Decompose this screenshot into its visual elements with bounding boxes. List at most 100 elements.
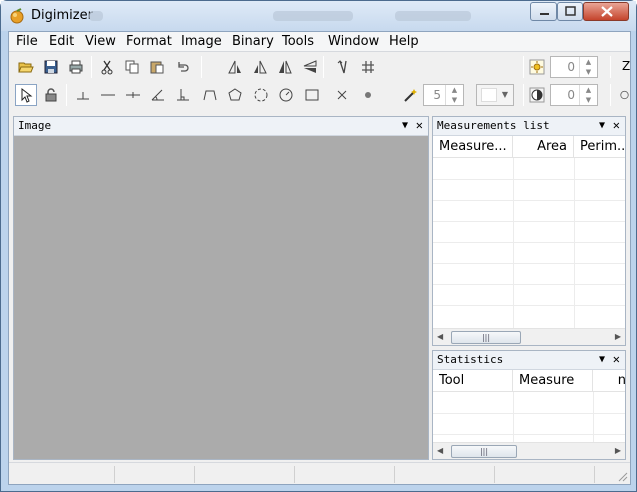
cut-icon bbox=[101, 60, 113, 75]
title-bar[interactable]: Digimizer bbox=[1, 1, 636, 31]
column-header[interactable]: n bbox=[593, 370, 625, 392]
line-tool[interactable] bbox=[97, 84, 119, 106]
lock-icon bbox=[45, 88, 57, 102]
menu-image[interactable]: Image bbox=[181, 34, 222, 49]
horizontal-scrollbar[interactable]: ◀ ||| ▶ bbox=[433, 328, 625, 345]
menu-tools[interactable]: Tools bbox=[282, 34, 314, 49]
scroll-thumb[interactable]: ||| bbox=[451, 331, 521, 344]
grid-line bbox=[433, 263, 625, 264]
column-header[interactable]: Measure bbox=[513, 370, 593, 392]
cut-button[interactable] bbox=[96, 56, 118, 78]
maximize-button[interactable] bbox=[557, 2, 583, 21]
wand-tolerance-stepper[interactable]: 5 ▲ ▼ bbox=[423, 84, 464, 106]
grid-line bbox=[433, 305, 625, 306]
circle-center-tool[interactable] bbox=[275, 84, 297, 106]
marker-line-tool[interactable] bbox=[72, 84, 94, 106]
menu-window[interactable]: Window bbox=[328, 34, 379, 49]
perpendicular-tool[interactable] bbox=[172, 84, 194, 106]
close-button[interactable] bbox=[583, 2, 629, 21]
measurements-panel-header: Measurements list ▼ ✕ bbox=[433, 117, 625, 136]
close-icon[interactable]: ✕ bbox=[613, 118, 620, 132]
rotate-right-button[interactable] bbox=[249, 56, 271, 78]
paste-button[interactable] bbox=[146, 56, 168, 78]
stepper-down-icon[interactable]: ▼ bbox=[580, 67, 597, 77]
zoom-reset-button[interactable] bbox=[617, 84, 629, 106]
menu-file[interactable]: File bbox=[16, 34, 38, 49]
close-icon[interactable]: ✕ bbox=[613, 352, 620, 366]
dimension-line-tool[interactable] bbox=[122, 84, 144, 106]
stepper-down-icon[interactable]: ▼ bbox=[580, 95, 597, 105]
open-icon bbox=[18, 62, 34, 73]
angle-tool[interactable] bbox=[147, 84, 169, 106]
polygon-tool[interactable] bbox=[224, 84, 246, 106]
rotate-left-button[interactable] bbox=[224, 56, 246, 78]
column-header[interactable]: Perim... bbox=[574, 136, 625, 158]
grid-button[interactable] bbox=[357, 56, 379, 78]
stepper-up-icon[interactable]: ▲ bbox=[580, 85, 597, 95]
menu-view[interactable]: View bbox=[85, 34, 116, 49]
grid-line bbox=[513, 158, 514, 328]
rectangle-tool[interactable] bbox=[301, 84, 323, 106]
undo-button[interactable] bbox=[172, 56, 194, 78]
menu-help[interactable]: Help bbox=[389, 34, 419, 49]
menu-bar: File Edit View Format Image Binary Tools… bbox=[9, 32, 630, 52]
scroll-right-icon[interactable]: ▶ bbox=[615, 446, 621, 455]
print-button[interactable] bbox=[65, 56, 87, 78]
stepper-up-icon[interactable]: ▲ bbox=[580, 57, 597, 67]
copy-button[interactable] bbox=[121, 56, 143, 78]
save-button[interactable] bbox=[40, 56, 62, 78]
circle-3pt-tool[interactable] bbox=[250, 84, 272, 106]
contrast-button[interactable] bbox=[526, 84, 548, 106]
column-header[interactable]: Tool bbox=[433, 370, 513, 392]
dot-tool[interactable] bbox=[357, 84, 379, 106]
brightness-stepper[interactable]: 0 ▲ ▼ bbox=[550, 56, 598, 78]
close-icon bbox=[601, 6, 613, 17]
stepper-up-icon[interactable]: ▲ bbox=[446, 85, 463, 95]
column-header[interactable]: Area bbox=[513, 136, 574, 158]
measure-toolbar: 5 ▲ ▼ ▼ 0 ▲ ▼ bbox=[9, 81, 630, 109]
grid-line bbox=[433, 242, 625, 243]
scroll-left-icon[interactable]: ◀ bbox=[437, 446, 443, 455]
menu-binary[interactable]: Binary bbox=[232, 34, 274, 49]
contrast-stepper[interactable]: 0 ▲ ▼ bbox=[550, 84, 598, 106]
standard-toolbar: 0 ▲ ▼ Z bbox=[9, 53, 630, 81]
flip-vertical-button[interactable] bbox=[299, 56, 321, 78]
scroll-left-icon[interactable]: ◀ bbox=[437, 332, 443, 341]
flip-horizontal-button[interactable] bbox=[274, 56, 296, 78]
copy-icon bbox=[125, 60, 139, 74]
image-canvas[interactable] bbox=[14, 136, 428, 459]
lock-tool[interactable] bbox=[40, 84, 62, 106]
panel-menu-icon[interactable]: ▼ bbox=[402, 120, 408, 131]
grid-line bbox=[433, 413, 625, 414]
minimize-button[interactable] bbox=[530, 2, 557, 21]
statistics-panel: Statistics ▼ ✕ Tool Measure n ◀ ||| ▶ bbox=[432, 350, 626, 460]
brightness-button[interactable] bbox=[526, 56, 548, 78]
magic-wand-icon bbox=[404, 89, 417, 102]
status-cell bbox=[495, 466, 595, 483]
title-blur bbox=[89, 11, 103, 21]
cross-tool[interactable] bbox=[331, 84, 353, 106]
horizontal-scrollbar[interactable]: ◀ ||| ▶ bbox=[433, 442, 625, 459]
pointer-tool[interactable] bbox=[15, 84, 37, 106]
polyline-tool[interactable] bbox=[199, 84, 221, 106]
magic-wand-tool[interactable] bbox=[399, 84, 421, 106]
toolbar-separator bbox=[610, 56, 611, 78]
toolbar-separator bbox=[523, 56, 524, 78]
toolbar-separator bbox=[66, 84, 67, 106]
status-cell bbox=[295, 466, 395, 483]
panel-menu-icon[interactable]: ▼ bbox=[599, 354, 605, 365]
calibrate-button[interactable] bbox=[332, 56, 354, 78]
zoom-reset-icon bbox=[620, 90, 629, 100]
column-header[interactable]: Measure... bbox=[433, 136, 513, 158]
open-button[interactable] bbox=[15, 56, 37, 78]
menu-format[interactable]: Format bbox=[126, 34, 172, 49]
color-dropdown[interactable]: ▼ bbox=[476, 84, 514, 106]
save-icon bbox=[44, 60, 58, 74]
menu-edit[interactable]: Edit bbox=[49, 34, 74, 49]
scroll-thumb[interactable]: ||| bbox=[451, 445, 517, 458]
panel-menu-icon[interactable]: ▼ bbox=[599, 120, 605, 131]
close-icon[interactable]: ✕ bbox=[416, 118, 423, 132]
resize-grip-icon[interactable] bbox=[616, 470, 628, 482]
stepper-down-icon[interactable]: ▼ bbox=[446, 95, 463, 105]
scroll-right-icon[interactable]: ▶ bbox=[615, 332, 621, 341]
